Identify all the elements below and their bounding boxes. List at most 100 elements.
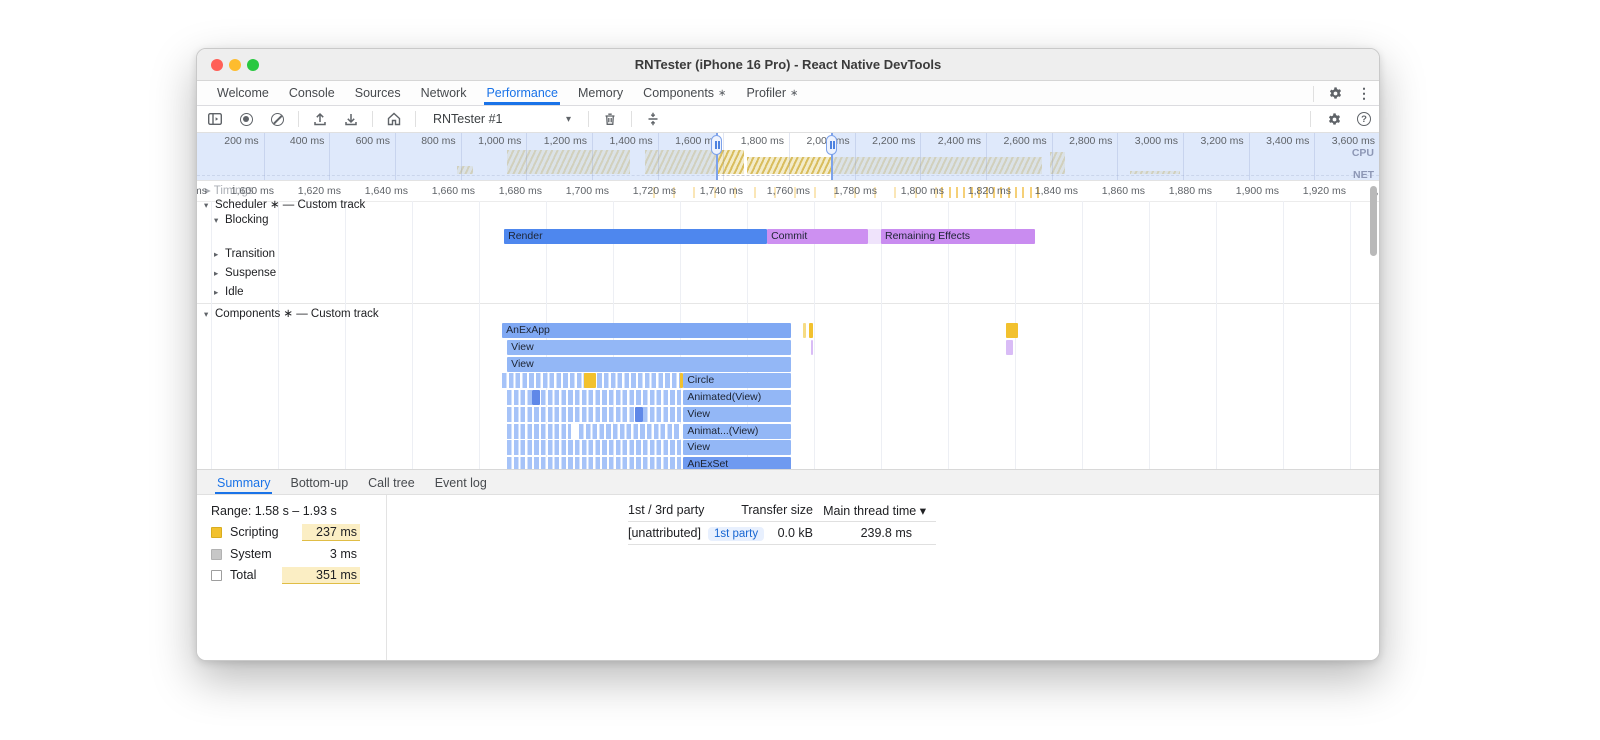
- flame-mark[interactable]: [810, 339, 813, 355]
- tab-profiler[interactable]: Profiler ∗: [744, 81, 800, 105]
- flame-bar-unnamed[interactable]: [1005, 323, 1019, 338]
- window-titlebar: RNTester (iPhone 16 Pro) - React Native …: [197, 49, 1379, 81]
- scheduler-event-render[interactable]: Render: [504, 229, 768, 244]
- help-icon[interactable]: ?: [1357, 112, 1371, 126]
- collect-garbage-icon[interactable]: [600, 109, 620, 129]
- tab-memory[interactable]: Memory: [576, 81, 625, 105]
- details-tab-bar: Summary Bottom-up Call tree Event log: [197, 469, 1379, 495]
- flame-mark[interactable]: [809, 323, 814, 338]
- timeline-tick-label: 1,860 ms: [1101, 185, 1145, 197]
- flame-mark[interactable]: [583, 373, 596, 389]
- timeline-tick-label: 1,720 ms: [632, 185, 676, 197]
- flame-mark[interactable]: [803, 323, 806, 338]
- tab-sources[interactable]: Sources: [353, 81, 403, 105]
- component-call-stripes[interactable]: [507, 457, 682, 469]
- flame-bar-view[interactable]: View: [683, 440, 791, 456]
- selection-handle-left-grip[interactable]: [711, 135, 723, 155]
- track-components-header[interactable]: ▾ Components ∗ — Custom track: [204, 306, 379, 320]
- toolbar-separator: [588, 111, 589, 127]
- save-profile-icon[interactable]: [341, 109, 361, 129]
- timeline-tick-label: 1,740 ms: [699, 185, 743, 197]
- overview-tick-label: 3,000 ms: [1134, 135, 1178, 147]
- flame-bar-view[interactable]: View: [683, 406, 791, 422]
- legend-label: System: [230, 546, 272, 561]
- legend-value: 351 ms: [282, 567, 360, 584]
- legend-row-system: System 3 ms: [211, 547, 373, 564]
- target-selector[interactable]: RNTester #1 ▾: [427, 110, 577, 128]
- details-tab-call-tree[interactable]: Call tree: [366, 470, 417, 494]
- capture-settings-gear-icon[interactable]: [1324, 109, 1344, 129]
- legend-row-total: Total 351 ms: [211, 567, 373, 585]
- timeline-tick-label: 1,840 ms: [1034, 185, 1078, 197]
- main-thread-time-column-header[interactable]: Main thread time ▾: [798, 503, 926, 518]
- overview-tick-label: 2,800 ms: [1069, 135, 1113, 147]
- track-scheduler-header[interactable]: ▾ Scheduler ∗ — Custom track: [204, 197, 365, 211]
- clear-icon[interactable]: [267, 109, 287, 129]
- details-tab-summary[interactable]: Summary: [215, 470, 273, 494]
- details-tab-event-log[interactable]: Event log: [433, 470, 489, 494]
- track-row-idle[interactable]: ▸ Idle: [214, 286, 244, 298]
- timeline-tick-label: 1,780 ms: [833, 185, 877, 197]
- timeline-tick-label: 1,800 ms: [900, 185, 944, 197]
- track-row-suspense[interactable]: ▸ Suspense: [214, 267, 276, 279]
- toggle-sidebar-icon[interactable]: [205, 109, 225, 129]
- flame-bar-anexapp[interactable]: AnExApp: [502, 323, 791, 338]
- timeline-tick-label: 1,680 ms: [498, 185, 542, 197]
- track-row-transition[interactable]: ▸ Transition: [214, 248, 275, 260]
- component-call-stripes[interactable]: [507, 440, 682, 456]
- flame-mark[interactable]: [635, 406, 643, 422]
- timeline-gridline: [1216, 201, 1217, 469]
- selection-handle-left[interactable]: [711, 133, 723, 180]
- chevron-collapsed-icon: ▸: [214, 249, 219, 259]
- main-tab-bar: Welcome Console Sources Network Performance M…: [197, 81, 1379, 106]
- settings-gear-icon[interactable]: [1328, 86, 1343, 101]
- record-icon[interactable]: [236, 109, 256, 129]
- timeline-main-view[interactable]: ▸ Timings1,580 ms1,600 ms1,620 ms1,640 m…: [197, 181, 1379, 469]
- flame-bar-animated-view-[interactable]: Animated(View): [683, 390, 791, 405]
- chevron-collapsed-icon: ▸: [214, 268, 219, 278]
- component-call-stripes[interactable]: [579, 423, 682, 439]
- legend-swatch: [211, 570, 222, 581]
- scheduler-event-remaining-effects[interactable]: Remaining Effects: [881, 229, 1036, 244]
- flame-bar-view[interactable]: View: [507, 339, 791, 355]
- vertical-scrollbar-thumb[interactable]: [1370, 186, 1377, 256]
- tabbar-separator: [1313, 85, 1314, 102]
- tab-components[interactable]: Components ∗: [641, 81, 728, 105]
- details-tab-bottom-up[interactable]: Bottom-up: [288, 470, 350, 494]
- flame-bar-circle[interactable]: Circle: [683, 373, 791, 389]
- track-row-blocking[interactable]: ▾ Blocking: [214, 214, 268, 226]
- timeline-gridline: [479, 201, 480, 469]
- interaction-tick: [1015, 187, 1017, 198]
- tab-console[interactable]: Console: [287, 81, 337, 105]
- custom-panel-marker-icon: ∗: [790, 87, 799, 99]
- performance-toolbar: RNTester #1 ▾ ?: [197, 106, 1379, 133]
- timeline-tick-label: 1,900 ms: [1235, 185, 1279, 197]
- selection-handle-right-grip[interactable]: [826, 135, 838, 155]
- flame-bar-unnamed[interactable]: [1005, 339, 1013, 355]
- toolbar-separator: [298, 111, 299, 127]
- tab-network[interactable]: Network: [419, 81, 469, 105]
- target-selector-value: RNTester #1: [433, 112, 503, 126]
- scheduler-event-connector[interactable]: [867, 229, 881, 244]
- devtools-window: RNTester (iPhone 16 Pro) - React Native …: [196, 48, 1380, 661]
- track-divider: [197, 303, 1379, 304]
- selection-handle-right[interactable]: [826, 133, 838, 180]
- overview-tick-label: 1,800 ms: [740, 135, 784, 147]
- timeline-overview[interactable]: CPU NET 200 ms 400 ms 600 ms 800 ms 1,000 ms…: [197, 133, 1379, 181]
- live-metrics-home-icon[interactable]: [384, 109, 404, 129]
- load-profile-icon[interactable]: [310, 109, 330, 129]
- timeline-tick-label: 1,640 ms: [364, 185, 408, 197]
- timeline-tick-label: 1,760 ms: [766, 185, 810, 197]
- flame-bar-anexset[interactable]: AnExSet: [683, 457, 791, 469]
- component-call-stripes[interactable]: [507, 406, 682, 422]
- transfer-column-header[interactable]: Transfer size: [693, 503, 813, 517]
- tab-performance[interactable]: Performance: [484, 81, 561, 105]
- flame-bar-animat-view-[interactable]: Animat...(View): [683, 423, 791, 439]
- more-options-kebab-icon[interactable]: ⋮: [1357, 85, 1371, 102]
- scheduler-event-commit[interactable]: Commit: [767, 229, 868, 244]
- flame-mark[interactable]: [531, 390, 540, 405]
- component-call-stripes[interactable]: [507, 423, 572, 439]
- flame-bar-view[interactable]: View: [507, 356, 791, 372]
- tab-welcome[interactable]: Welcome: [215, 81, 271, 105]
- collapse-rows-icon[interactable]: [643, 109, 663, 129]
